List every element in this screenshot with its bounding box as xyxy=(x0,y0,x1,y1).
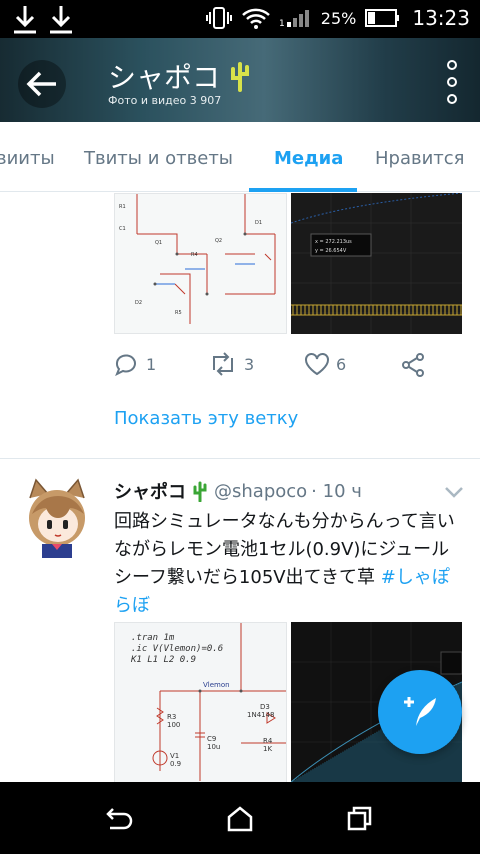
retweet-count: 3 xyxy=(244,354,255,374)
svg-text:R5: R5 xyxy=(175,310,182,316)
retweet-icon xyxy=(213,352,233,376)
svg-text:C9: C9 xyxy=(207,735,216,743)
svg-text:R1: R1 xyxy=(119,204,126,210)
share-button[interactable] xyxy=(400,352,426,378)
svg-text:R3: R3 xyxy=(167,713,176,721)
svg-text:V1: V1 xyxy=(170,752,179,760)
header-title: シャポコ xyxy=(108,56,254,96)
author-handle[interactable]: @shapoco xyxy=(214,481,307,502)
author-name[interactable]: シャポコ xyxy=(114,478,186,504)
share-icon xyxy=(402,353,424,377)
circuit-image[interactable]: R1 C1 Q1 R4 Q2 D1 D2 R5 xyxy=(114,193,287,334)
signal-icon: 1 xyxy=(279,10,309,28)
notification-icons xyxy=(12,4,74,34)
svg-text:100: 100 xyxy=(167,721,180,729)
home-nav-button[interactable] xyxy=(225,804,255,834)
reply-icon xyxy=(115,354,136,376)
recents-nav-button[interactable] xyxy=(345,804,375,834)
svg-text:R4: R4 xyxy=(263,737,273,745)
back-button[interactable] xyxy=(18,60,66,108)
svg-text:D2: D2 xyxy=(135,300,142,306)
tab-tweets[interactable]: вииты xyxy=(0,148,55,169)
retweet-button[interactable]: 3 xyxy=(208,352,254,376)
reply-button[interactable]: 1 xyxy=(114,352,156,376)
svg-text:C1: C1 xyxy=(119,226,126,232)
download-icon xyxy=(14,6,36,34)
tweet-media-grid: R1 C1 Q1 R4 Q2 D1 D2 R5 x = 272.213us y = 26.6… xyxy=(114,193,462,334)
recents-icon xyxy=(347,806,372,831)
back-nav-icon xyxy=(106,808,133,830)
tweet-time: · 10 ч xyxy=(311,480,362,502)
heart-icon xyxy=(305,353,329,376)
svg-text:1: 1 xyxy=(279,19,285,28)
svg-text:Q1: Q1 xyxy=(155,240,162,246)
header-subtitle: Фото и видео 3 907 xyxy=(108,94,222,107)
header-title-text: シャポコ xyxy=(108,61,221,94)
scope-image[interactable]: x = 272.213us y = 26.654V xyxy=(291,193,462,334)
battery-percent: 25% xyxy=(320,8,357,28)
show-thread-link[interactable]: Показать эту ветку xyxy=(114,408,298,429)
active-tab-indicator xyxy=(249,188,357,192)
svg-text:R4: R4 xyxy=(191,252,198,258)
tweet-actions: 1 3 6 xyxy=(114,348,434,382)
home-icon xyxy=(227,806,253,832)
scope-readout-x: x = 272.213us xyxy=(315,239,352,245)
chevron-down-icon[interactable] xyxy=(444,484,464,503)
profile-tabs: вииты Твиты и ответы Медиа Нравится xyxy=(0,122,480,192)
svg-text:1K: 1K xyxy=(263,745,272,753)
reply-count: 1 xyxy=(146,354,157,374)
tab-media[interactable]: Медиа xyxy=(274,148,343,169)
back-nav-button[interactable] xyxy=(105,804,135,834)
tweet-header: シャポコ @shapoco · 10 ч xyxy=(114,478,362,504)
battery-icon xyxy=(365,9,400,27)
svg-text:0.9: 0.9 xyxy=(170,760,181,768)
tab-likes[interactable]: Нравится xyxy=(375,148,465,169)
svg-text:Vlemon: Vlemon xyxy=(203,681,230,689)
clock: 13:23 xyxy=(412,6,470,30)
tweet-text: 回路シミュレータなんも分からんって言いながらレモン電池1セル(0.9V)にジュー… xyxy=(114,508,466,620)
tweet-divider xyxy=(0,458,480,459)
like-count: 6 xyxy=(336,354,347,374)
scope-readout-y: y = 26.654V xyxy=(315,248,347,254)
avatar[interactable] xyxy=(22,478,92,558)
profile-header: シャポコ Фото и видео 3 907 xyxy=(0,38,480,122)
vibrate-icon xyxy=(205,7,232,29)
download-icon xyxy=(50,6,72,34)
svg-text:D3: D3 xyxy=(260,703,270,711)
cactus-icon xyxy=(231,62,250,92)
svg-text:D1: D1 xyxy=(255,220,262,226)
svg-text:1N4148: 1N4148 xyxy=(247,711,275,719)
compose-tweet-button[interactable] xyxy=(378,670,462,754)
circuit-image[interactable]: .tran 1m .ic V(Vlemon)=0.6 K1 L1 L2 0.9 … xyxy=(114,622,287,784)
svg-text:Q2: Q2 xyxy=(215,238,222,244)
cactus-icon xyxy=(193,481,207,502)
arrow-left-icon xyxy=(26,71,56,97)
wifi-icon xyxy=(241,8,270,29)
like-button[interactable]: 6 xyxy=(304,352,346,376)
tab-tweets-and-replies[interactable]: Твиты и ответы xyxy=(84,148,233,169)
compose-icon xyxy=(404,697,436,726)
status-bar: 1 25% 13:23 xyxy=(0,0,480,38)
navigation-bar xyxy=(0,782,480,854)
svg-text:10u: 10u xyxy=(207,743,220,751)
more-options-icon[interactable] xyxy=(438,56,466,108)
